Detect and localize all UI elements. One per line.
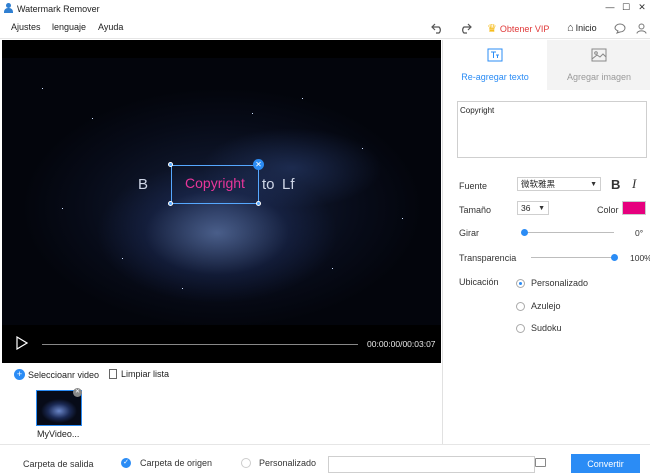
- transparency-value: 100%: [630, 253, 650, 263]
- plus-icon: +: [14, 369, 25, 380]
- redo-icon[interactable]: [458, 21, 472, 35]
- crown-icon: ♛: [487, 23, 497, 35]
- video-frame[interactable]: B to Lf Copyright ✕: [2, 58, 441, 325]
- chat-icon[interactable]: [613, 21, 627, 35]
- undo-icon[interactable]: [430, 21, 444, 35]
- menu-lenguaje[interactable]: lenguaje: [52, 22, 86, 32]
- rotate-label: Girar: [459, 228, 479, 238]
- video-preview: B to Lf Copyright ✕ 00:00:00/00:03:07: [2, 40, 441, 363]
- rotate-slider[interactable]: [524, 232, 614, 233]
- remove-file-icon[interactable]: ✕: [73, 388, 82, 397]
- clear-list-button[interactable]: Limpiar lista: [109, 369, 169, 379]
- title-bar: Watermark Remover — ☐ ✕: [0, 0, 650, 17]
- vip-label: Obtener VIP: [499, 23, 550, 34]
- option-custom-folder[interactable]: Personalizado: [241, 458, 316, 468]
- output-bar: Carpeta de salida ✓ Carpeta de origen Pe…: [0, 444, 650, 473]
- font-label: Fuente: [459, 181, 488, 191]
- location-option-sudoku[interactable]: Sudoku: [516, 323, 562, 333]
- trash-icon: [109, 369, 117, 379]
- app-icon: [3, 3, 14, 14]
- rotate-value: 0°: [635, 228, 644, 238]
- check-icon: ✓: [121, 458, 131, 468]
- watermark-selection-box[interactable]: Copyright: [171, 165, 259, 204]
- transparency-label: Transparencia: [459, 253, 517, 263]
- radio-icon: [516, 323, 525, 333]
- chevron-down-icon: ▼: [590, 180, 597, 188]
- location-option-tile-label: Azulejo: [531, 301, 561, 311]
- player-controls: 00:00:00/00:03:07: [2, 327, 441, 363]
- tab-readd-text[interactable]: Re-agregar texto: [443, 40, 547, 90]
- text-icon: [487, 48, 503, 62]
- tab-add-image-label: Agregar imagen: [566, 72, 632, 82]
- minimize-button[interactable]: —: [602, 0, 618, 14]
- select-video-label: Seleccioanr video: [28, 369, 100, 380]
- home-icon: ⌂: [567, 22, 574, 34]
- image-icon: [591, 48, 607, 62]
- watermark-text: Copyright: [185, 175, 245, 191]
- menu-ayuda[interactable]: Ayuda: [98, 22, 123, 32]
- time-display: 00:00:00/00:03:07: [367, 339, 436, 349]
- location-option-sudoku-label: Sudoku: [531, 323, 562, 333]
- watermark-text-input[interactable]: [457, 101, 647, 158]
- tab-readd-text-label: Re-agregar texto: [461, 72, 529, 82]
- close-button[interactable]: ✕: [634, 0, 650, 14]
- size-label: Tamaño: [459, 205, 492, 215]
- settings-panel: Re-agregar texto Agregar imagen Fuente 微…: [442, 40, 650, 444]
- radio-icon: [516, 301, 525, 311]
- home-label: Inicio: [575, 23, 597, 33]
- italic-button[interactable]: I: [632, 176, 636, 192]
- location-option-custom-label: Personalizado: [531, 278, 589, 288]
- bold-button[interactable]: B: [611, 177, 620, 192]
- option-source-folder-label: Carpeta de origen: [140, 458, 213, 468]
- panel-tabs: Re-agregar texto Agregar imagen: [443, 40, 650, 90]
- overlay-text-lf: Lf: [282, 176, 295, 193]
- resize-handle-tl[interactable]: [168, 162, 173, 167]
- video-file-name: MyVideo...: [37, 429, 80, 439]
- transparency-slider-knob[interactable]: [611, 254, 618, 261]
- window-controls: — ☐ ✕: [602, 0, 650, 14]
- color-swatch[interactable]: [622, 201, 646, 215]
- option-custom-folder-label: Personalizado: [259, 458, 317, 468]
- select-video-button[interactable]: + Seleccioanr video: [14, 369, 99, 380]
- file-list-toolbar: + Seleccioanr video Limpiar lista: [0, 363, 441, 385]
- location-option-tile[interactable]: Azulejo: [516, 301, 561, 311]
- tab-add-image[interactable]: Agregar imagen: [547, 40, 650, 90]
- window-title: Watermark Remover: [17, 3, 100, 14]
- radio-icon: [241, 458, 251, 468]
- font-value: 微软雅黑: [521, 179, 556, 189]
- maximize-button[interactable]: ☐: [618, 0, 634, 14]
- resize-handle-bl[interactable]: [168, 201, 173, 206]
- color-label: Color: [597, 205, 619, 215]
- resize-handle-br[interactable]: [256, 201, 261, 206]
- overlay-text-left: B: [138, 176, 149, 193]
- remove-watermark-icon[interactable]: ✕: [253, 159, 264, 170]
- font-select[interactable]: 微软雅黑 ▼: [517, 177, 601, 191]
- location-option-custom[interactable]: Personalizado: [516, 278, 588, 288]
- menu-bar: Ajustes lenguaje Ayuda ♛ Obtener VIP ⌂ I…: [0, 17, 650, 39]
- folder-icon[interactable]: [535, 458, 546, 467]
- chevron-down-icon: ▼: [538, 204, 545, 212]
- clear-list-label: Limpiar lista: [121, 369, 170, 379]
- get-vip-button[interactable]: ♛ Obtener VIP: [487, 22, 549, 35]
- transparency-slider[interactable]: [531, 257, 614, 258]
- home-button[interactable]: ⌂ Inicio: [567, 22, 597, 34]
- menu-ajustes[interactable]: Ajustes: [11, 22, 41, 32]
- radio-selected-icon: [516, 278, 525, 288]
- convert-button[interactable]: Convertir: [571, 454, 640, 473]
- progress-track[interactable]: [42, 344, 358, 345]
- overlay-text-to: to: [262, 176, 275, 193]
- option-source-folder[interactable]: ✓ Carpeta de origen: [121, 458, 212, 468]
- rotate-slider-knob[interactable]: [521, 229, 528, 236]
- user-icon[interactable]: [634, 21, 648, 35]
- size-select[interactable]: 36 ▼: [517, 201, 549, 215]
- output-folder-label: Carpeta de salida: [23, 459, 94, 469]
- size-value: 36: [521, 203, 531, 213]
- location-label: Ubicación: [459, 277, 499, 287]
- output-path-input[interactable]: [328, 456, 535, 473]
